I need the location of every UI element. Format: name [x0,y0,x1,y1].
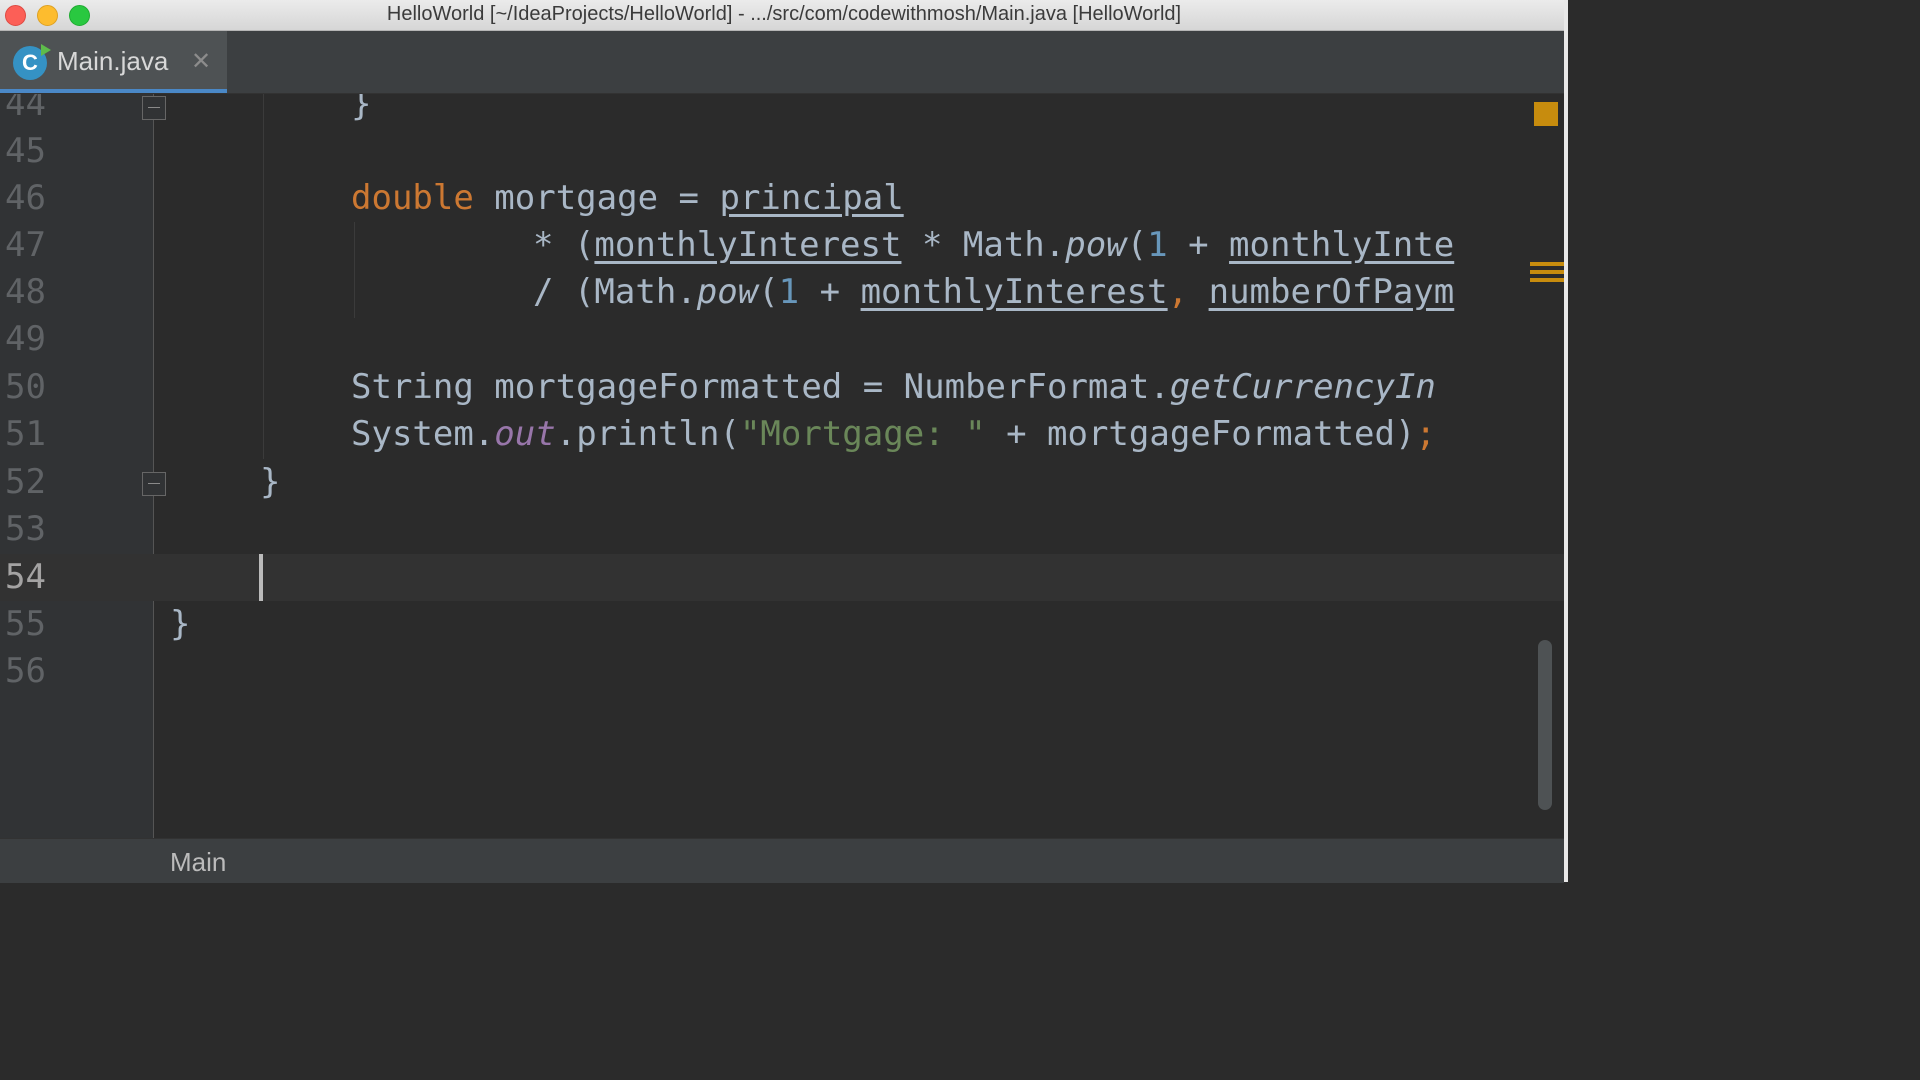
code-line: 46 double mortgage = principal [0,175,1564,222]
code-text: } [351,94,372,124]
run-marker-icon [41,44,51,56]
tab-main-java[interactable]: C Main.java ✕ [0,31,227,93]
line-number: 50 [5,367,46,407]
active-tab-indicator [0,89,227,93]
line-number: 49 [5,319,46,359]
code-line: 52 } [0,459,1564,506]
editor-tab-bar: C Main.java ✕ [0,31,1564,94]
line-number: 51 [5,414,46,454]
code-line: 55 } [0,601,1564,648]
warning-stripe-marker[interactable] [1530,270,1564,274]
code-line: 48 / (Math.pow(1 + monthlyInterest, numb… [0,269,1564,316]
line-number: 47 [5,225,46,265]
line-number: 45 [5,131,46,171]
code-line: 45 [0,128,1564,175]
line-number: 53 [5,509,46,549]
warning-indicator-icon[interactable] [1534,102,1558,126]
code-text: } [260,462,281,502]
text-cursor [259,554,263,601]
code-line: 49 [0,316,1564,363]
breadcrumb: Main [0,838,1564,883]
vertical-scrollbar[interactable] [1538,640,1552,810]
breadcrumb-item-main[interactable]: Main [170,847,226,878]
line-number: 52 [5,462,46,502]
code-line: 56 [0,648,1564,695]
code-line: 50 String mortgageFormatted = NumberForm… [0,364,1564,411]
fold-collapse-icon[interactable] [142,96,166,120]
code-text: / (Math.pow(1 + monthlyInterest, numberO… [533,272,1455,312]
tab-label: Main.java [57,46,169,76]
code-line: 51 System.out.println("Mortgage: " + mor… [0,411,1564,458]
window-title: HelloWorld [~/IdeaProjects/HelloWorld] -… [386,3,1182,25]
code-text: * (monthlyInterest * Math.pow(1 + monthl… [533,225,1455,265]
code-editor[interactable]: 44 } 45 46 double mortgage = principal 4… [0,94,1564,838]
warning-stripe-marker[interactable] [1530,278,1564,282]
line-number: 55 [5,604,46,644]
line-number: 48 [5,272,46,312]
code-line: 44 } [0,94,1564,128]
code-text: String mortgageFormatted = NumberFormat.… [351,367,1436,407]
warning-stripe-marker[interactable] [1530,262,1564,266]
line-number: 54 [5,557,46,597]
line-number: 46 [5,178,46,218]
current-code-line: 54 [0,554,1564,601]
line-number: 56 [5,651,46,691]
indent-guide [263,94,264,459]
title-bar: HelloWorld [~/IdeaProjects/HelloWorld] -… [0,0,1568,31]
fold-collapse-icon[interactable] [142,472,166,496]
code-text: System.out.println("Mortgage: " + mortga… [351,414,1436,454]
indent-guide [354,222,355,318]
code-line: 53 [0,506,1564,553]
code-text: double mortgage = principal [351,178,904,218]
code-text: } [170,604,191,644]
window-edge [1564,0,1568,882]
line-number: 44 [5,94,46,124]
code-line: 47 * (monthlyInterest * Math.pow(1 + mon… [0,222,1564,269]
close-tab-icon[interactable]: ✕ [191,47,211,75]
